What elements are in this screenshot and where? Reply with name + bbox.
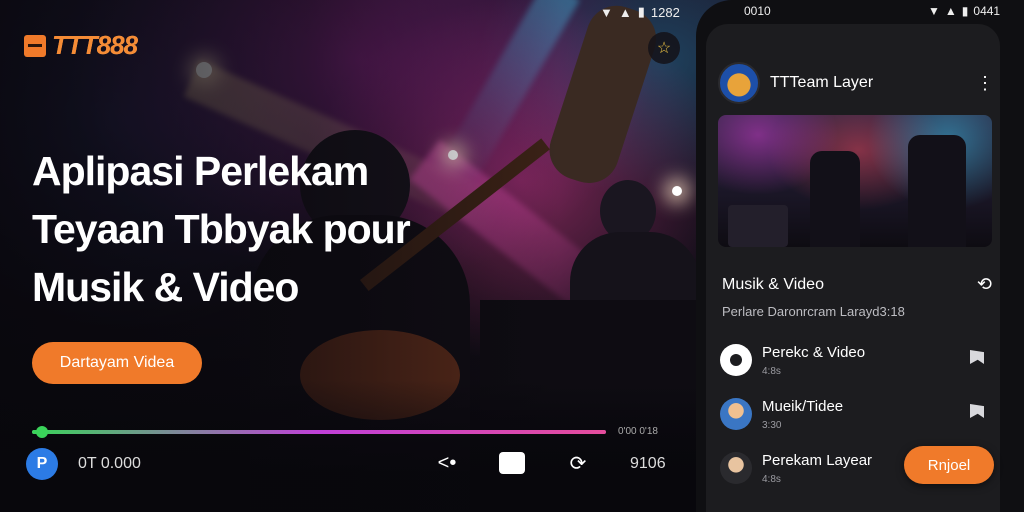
more-menu-icon[interactable]: ⋮ xyxy=(976,73,994,94)
record-icon xyxy=(720,344,752,376)
musician-figure xyxy=(908,135,966,247)
section-title: Musik & Video xyxy=(722,275,824,293)
signal-icon: ▲ xyxy=(944,4,957,18)
amp-figure xyxy=(728,205,788,247)
share-icon[interactable]: ⟲ xyxy=(977,274,992,295)
counter-text: 0T 0.000 xyxy=(78,455,141,472)
hero-line: Aplipasi Perlekam xyxy=(32,148,369,194)
status-bar: ▼ ▲ ▮ 1282 xyxy=(600,4,680,20)
hero-line: Musik & Video xyxy=(32,264,299,310)
video-thumbnail[interactable] xyxy=(718,115,992,247)
bookmark-icon[interactable] xyxy=(970,404,986,420)
list-item[interactable]: Perekc & Video 4:8s xyxy=(720,344,994,384)
elapsed-time: 9106 xyxy=(630,455,666,472)
list-item-title: Perekam Layear xyxy=(762,452,873,469)
user-avatar xyxy=(720,398,752,430)
progress-knob[interactable] xyxy=(36,426,48,438)
logo-box-icon xyxy=(24,34,46,57)
logo-text: TTT888 xyxy=(52,30,138,60)
share-icon: <• xyxy=(437,451,457,474)
musician-figure xyxy=(810,151,860,247)
user-avatar xyxy=(720,452,752,484)
favorite-button[interactable]: ☆ xyxy=(648,32,680,64)
hero-line: Teyaan Tbbyak pour xyxy=(32,206,411,252)
phone-header-title: TTTeam Layer xyxy=(770,74,874,91)
list-item-meta: 4:8s xyxy=(762,474,781,485)
phone-status-time: 0010 xyxy=(744,4,771,18)
stop-icon xyxy=(499,452,525,474)
progress-bar[interactable] xyxy=(32,426,606,438)
wifi-icon: ▼ xyxy=(600,4,613,20)
list-item-title: Mueik/Tidee xyxy=(762,398,844,415)
bookmark-icon[interactable] xyxy=(970,350,986,366)
share-button[interactable]: <• xyxy=(432,448,462,478)
brand-logo[interactable]: TTT888 xyxy=(24,30,138,61)
list-item-title: Perekc & Video xyxy=(762,344,866,361)
stage-light xyxy=(672,186,682,196)
stop-button[interactable] xyxy=(497,448,527,478)
sync-icon: ⟳ xyxy=(569,452,587,475)
phone-status-icons: ▼ ▲ ▮ 0441 xyxy=(928,4,1000,18)
wifi-icon: ▼ xyxy=(928,4,940,18)
duration-label: 0'00 0'18 xyxy=(618,426,658,437)
section-subtitle: Perlare Daronrcram Larayd3:18 xyxy=(722,304,905,319)
battery-icon: ▮ xyxy=(637,4,645,19)
cta-button[interactable]: Dartayam Videa xyxy=(32,342,202,384)
play-badge-icon[interactable]: P xyxy=(26,448,58,480)
battery-icon: ▮ xyxy=(961,4,969,18)
avatar[interactable] xyxy=(718,62,760,104)
signal-icon: ▲ xyxy=(618,4,632,20)
join-button[interactable]: Rnjoel xyxy=(904,446,994,484)
list-item-meta: 4:8s xyxy=(762,366,781,377)
status-time: 1282 xyxy=(650,4,680,20)
progress-fill xyxy=(32,430,606,434)
section-header: Musik & Video ⟲ xyxy=(722,274,992,295)
sync-button[interactable]: ⟳ xyxy=(563,448,593,478)
phone-header: TTTeam Layer ⋮ xyxy=(718,62,994,104)
list-item-meta: 3:30 xyxy=(762,420,782,431)
star-icon: ☆ xyxy=(656,40,672,57)
list-item[interactable]: Mueik/Tidee 3:30 xyxy=(720,398,994,438)
hero-title: Aplipasi Perlekam Teyaan Tbbyak pour Mus… xyxy=(32,142,502,316)
phone-status-right-text: 0441 xyxy=(973,4,1001,18)
